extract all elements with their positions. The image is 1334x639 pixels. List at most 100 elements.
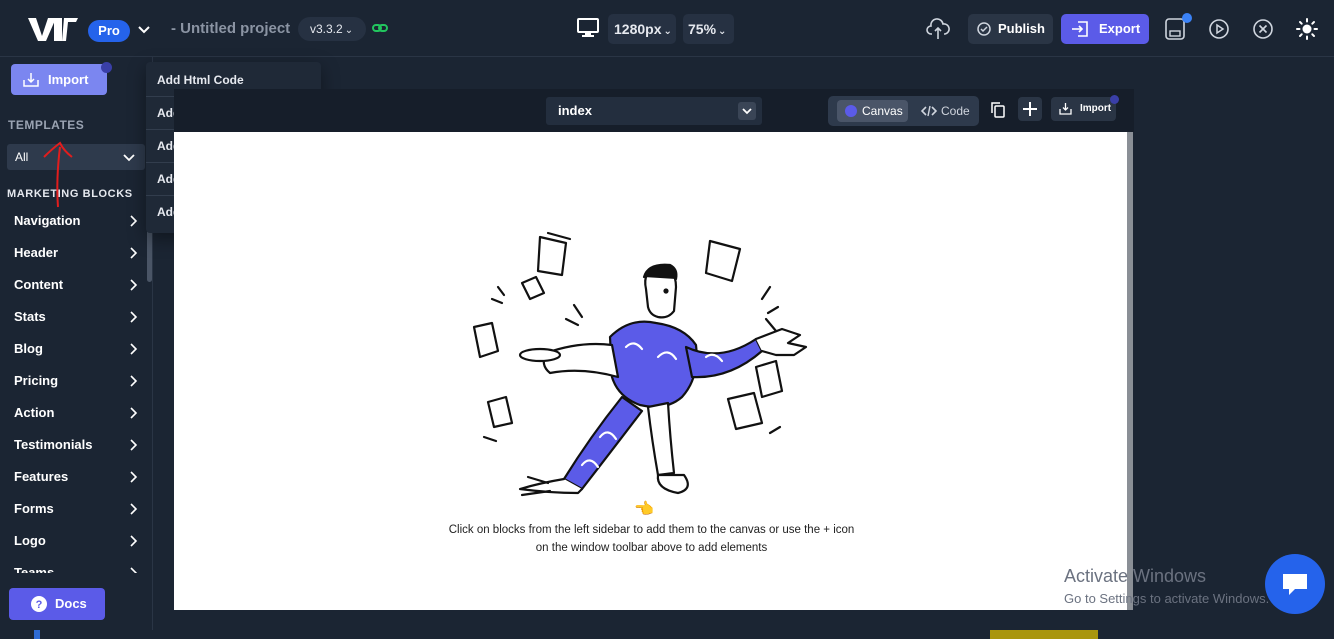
theme-sun-icon[interactable]: [1296, 18, 1318, 40]
publish-label: Publish: [998, 21, 1045, 36]
zoom-value: 75%: [688, 21, 717, 37]
sidebar-item-action[interactable]: Action: [0, 397, 146, 429]
close-circle-icon[interactable]: [1252, 18, 1274, 40]
page-select-value: index: [558, 103, 592, 118]
pointing-hand-icon: 👈: [634, 501, 654, 518]
chevron-right-icon: [130, 439, 138, 451]
cloud-upload-icon[interactable]: [926, 17, 950, 41]
import-icon: [1059, 103, 1072, 115]
design-canvas[interactable]: 👈 Click on blocks from the left sidebar …: [174, 132, 1130, 610]
version-select[interactable]: v3.3.2 ⌄: [298, 17, 366, 41]
sidebar: Import TEMPLATES All MARKETING BLOCKS Na…: [0, 57, 153, 639]
chevron-right-icon: [130, 247, 138, 259]
sidebar-item-pricing[interactable]: Pricing: [0, 365, 146, 397]
import-button[interactable]: Import: [11, 64, 107, 95]
sidebar-item-label: Blog: [14, 341, 43, 356]
chevron-down-icon: [123, 154, 135, 162]
sidebar-item-label: Navigation: [14, 213, 81, 228]
sidebar-item-label: Features: [14, 469, 69, 484]
window-toolbar: index Canvas Code Import: [174, 89, 1134, 132]
project-name[interactable]: - Untitled project: [171, 20, 290, 37]
canvas-scrollbar[interactable]: [1127, 132, 1133, 610]
chevron-right-icon: [130, 343, 138, 355]
page-select[interactable]: index: [546, 97, 762, 125]
sidebar-item-logo[interactable]: Logo: [0, 525, 146, 557]
sidebar-item-label: Pricing: [14, 373, 59, 388]
status-bar-indicator: [34, 630, 40, 639]
window-import-label: Import: [1080, 103, 1112, 114]
app-logo[interactable]: [28, 16, 78, 42]
sidebar-item-label: Content: [14, 277, 64, 292]
chevron-right-icon: [130, 215, 138, 227]
chevron-right-icon: [130, 471, 138, 483]
chevron-down-icon: ⌄: [663, 26, 672, 37]
notification-dot: [1110, 95, 1119, 104]
template-filter-select[interactable]: All: [7, 144, 145, 170]
code-icon: [921, 105, 937, 117]
publish-button[interactable]: Publish: [968, 14, 1053, 44]
help-icon: ?: [31, 596, 47, 612]
add-element-button[interactable]: [1018, 97, 1042, 121]
preview-play-icon[interactable]: [1208, 18, 1230, 40]
tab-canvas-label: Canvas: [862, 104, 903, 118]
window-import-button[interactable]: Import: [1051, 97, 1116, 121]
resolution-select[interactable]: 1280px ⌄: [608, 14, 676, 44]
status-bar-accent: [990, 630, 1098, 639]
sidebar-scrollbar[interactable]: [147, 227, 152, 282]
plus-icon: [1023, 102, 1037, 116]
zoom-select[interactable]: 75% ⌄: [683, 14, 734, 44]
pro-badge[interactable]: Pro: [88, 20, 130, 42]
chat-support-button[interactable]: [1265, 554, 1325, 614]
sidebar-item-stats[interactable]: Stats: [0, 301, 146, 333]
notification-dot: [1182, 13, 1192, 23]
resolution-value: 1280px: [614, 21, 662, 37]
sidebar-item-testimonials[interactable]: Testimonials: [0, 429, 146, 461]
view-toggle: Canvas Code: [828, 96, 979, 126]
link-icon[interactable]: [372, 22, 388, 34]
chevron-right-icon: [130, 535, 138, 547]
sidebar-item-label: Testimonials: [14, 437, 93, 452]
export-icon: [1072, 21, 1088, 37]
monitor-icon[interactable]: [577, 17, 599, 39]
block-list: Navigation Header Content Stats Blog Pricing A…: [0, 205, 146, 573]
sidebar-item-content[interactable]: Content: [0, 269, 146, 301]
docs-button[interactable]: ? Docs: [9, 588, 105, 620]
sidebar-item-blog[interactable]: Blog: [0, 333, 146, 365]
chevron-right-icon: [130, 375, 138, 387]
export-button[interactable]: Export: [1061, 14, 1149, 44]
activate-windows-title: Activate Windows: [1064, 566, 1207, 586]
notification-dot: [101, 62, 112, 73]
sidebar-item-teams[interactable]: Teams: [0, 557, 146, 573]
sidebar-item-navigation[interactable]: Navigation: [0, 205, 146, 237]
version-label: v3.3.2: [310, 22, 343, 36]
template-filter-value: All: [15, 150, 29, 164]
canvas-icon: [845, 105, 857, 117]
annotation-arrow: [43, 141, 73, 208]
export-label: Export: [1099, 21, 1141, 36]
chevron-down-icon: ⌄: [344, 25, 354, 36]
sidebar-item-forms[interactable]: Forms: [0, 493, 146, 525]
sidebar-item-label: Action: [14, 405, 55, 420]
chevron-down-icon[interactable]: [137, 22, 151, 38]
check-circle-icon: [977, 22, 991, 36]
sidebar-item-label: Stats: [14, 309, 46, 324]
chevron-down-icon: ⌄: [718, 26, 727, 37]
tab-canvas[interactable]: Canvas: [837, 100, 908, 122]
sidebar-item-label: Forms: [14, 501, 54, 516]
import-icon: [23, 73, 39, 87]
empty-state-illustration: [472, 231, 808, 497]
sidebar-item-features[interactable]: Features: [0, 461, 146, 493]
chevron-right-icon: [130, 311, 138, 323]
sidebar-item-header[interactable]: Header: [0, 237, 146, 269]
activate-windows-subtitle: Go to Settings to activate Windows.: [1064, 591, 1270, 606]
sidebar-item-label: Header: [14, 245, 59, 260]
chevron-right-icon: [130, 567, 138, 573]
sidebar-item-label: Logo: [14, 533, 46, 548]
import-label: Import: [48, 72, 89, 87]
top-bar: Pro - Untitled project v3.3.2 ⌄ 1280px ⌄ 7…: [0, 0, 1334, 57]
sidebar-item-label: Teams: [14, 565, 55, 573]
copy-icon[interactable]: [991, 102, 1005, 118]
docs-label: Docs: [55, 596, 87, 611]
tab-code[interactable]: Code: [916, 100, 976, 122]
chevron-right-icon: [130, 407, 138, 419]
